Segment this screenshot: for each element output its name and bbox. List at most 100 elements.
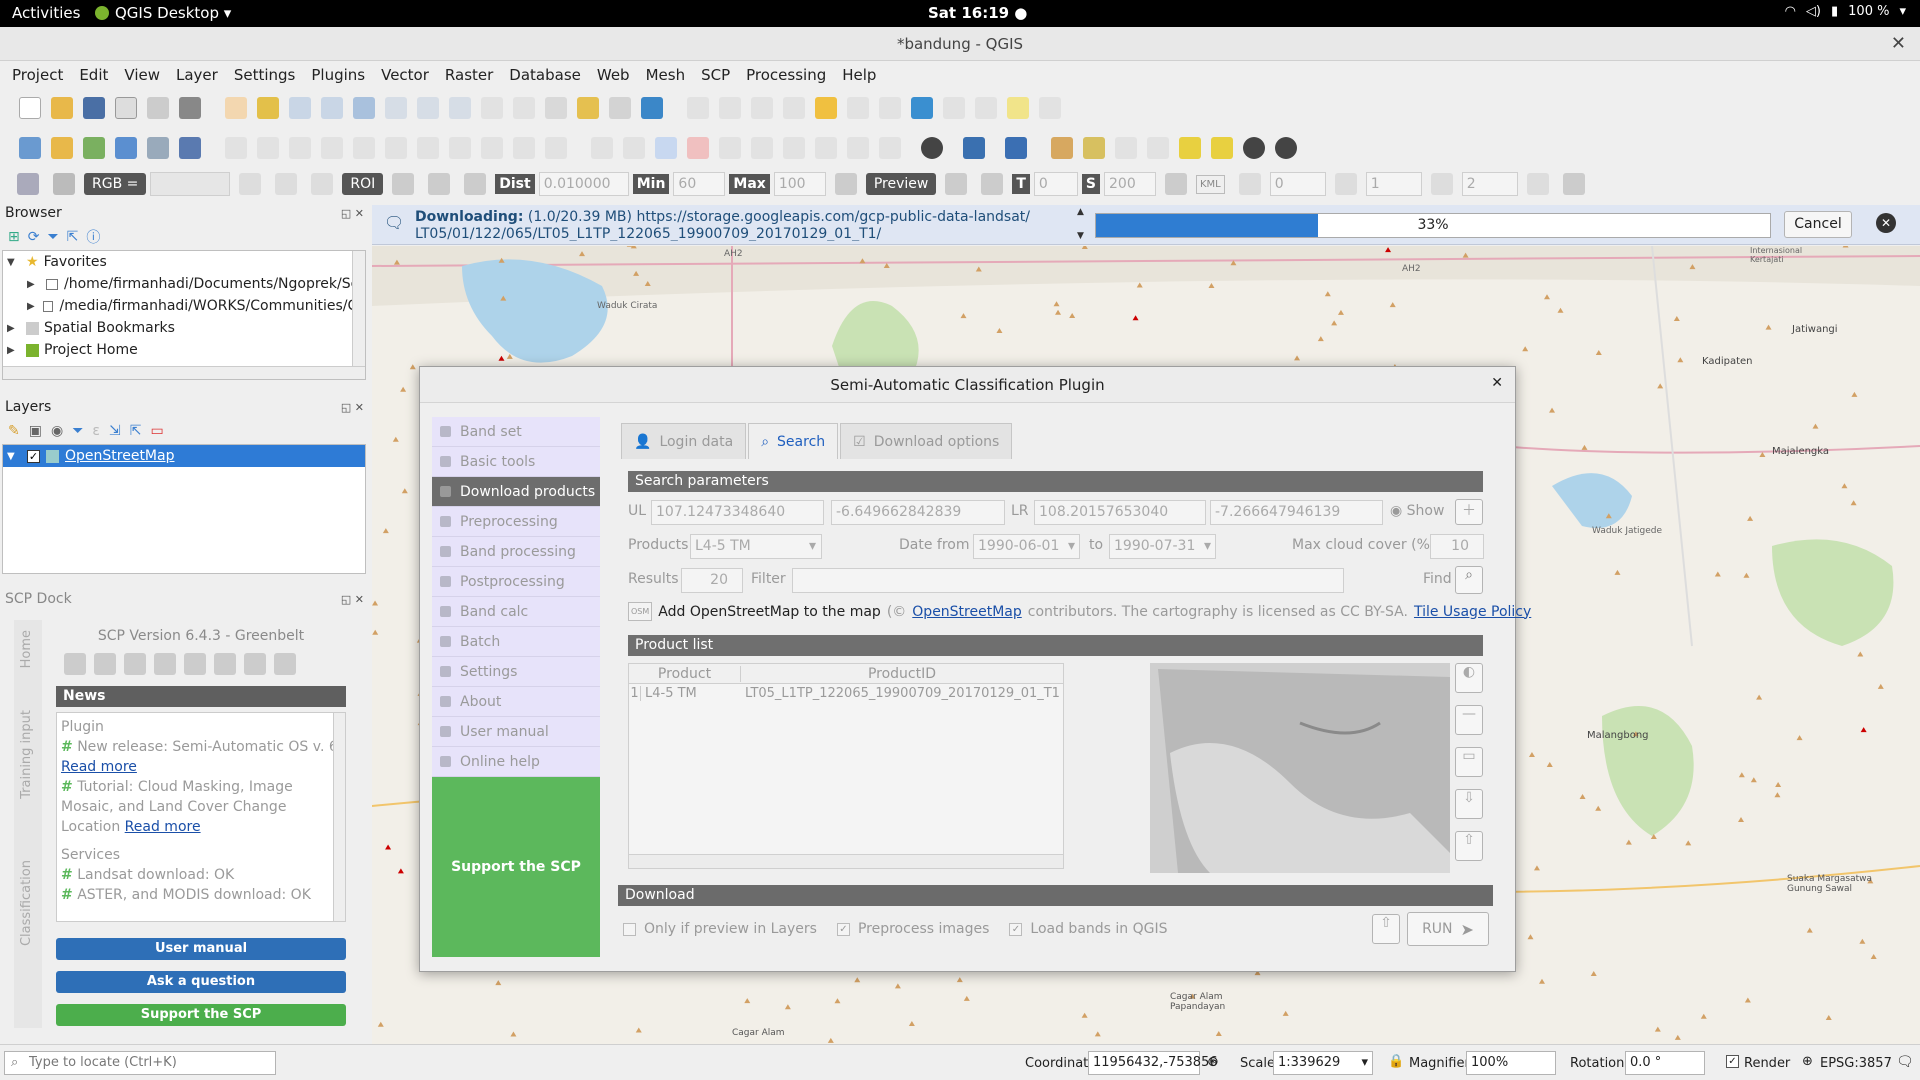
layer-style-icon[interactable]: ✎	[8, 423, 20, 439]
menu-view[interactable]: View	[124, 62, 160, 88]
user-manual-button[interactable]: User manual	[56, 938, 346, 960]
max-cloud-input[interactable]: 10	[1430, 534, 1484, 559]
preprocess-checkbox[interactable]: ✓	[836, 922, 850, 936]
nav-about[interactable]: About	[432, 687, 600, 717]
menu-processing[interactable]: Processing	[746, 62, 826, 88]
statistics-icon[interactable]	[943, 97, 965, 119]
band-set-tool-icon[interactable]	[64, 653, 86, 675]
column-header[interactable]: Product	[629, 665, 741, 682]
remove-temp-files-icon[interactable]	[1165, 173, 1187, 195]
dock-buttons[interactable]: ◱ ✕	[341, 593, 364, 606]
max-input[interactable]: 100	[773, 172, 826, 196]
activities-button[interactable]: Activities	[12, 4, 80, 22]
nav-batch[interactable]: Batch	[432, 627, 600, 657]
close-window-icon[interactable]: ✕	[1891, 33, 1906, 54]
zoom-next-icon[interactable]	[513, 97, 535, 119]
pan-to-selection-icon[interactable]	[257, 97, 279, 119]
min-input[interactable]: 60	[673, 172, 726, 196]
preview-redo-icon[interactable]	[981, 173, 1004, 195]
pin-labels-icon[interactable]	[623, 137, 645, 159]
collapse-all-icon[interactable]: ⇱	[67, 229, 79, 245]
python-console-icon[interactable]	[963, 137, 985, 159]
measure-icon[interactable]	[975, 97, 997, 119]
menu-raster[interactable]: Raster	[445, 62, 493, 88]
new-project-icon[interactable]	[19, 97, 41, 119]
app-menu[interactable]: QGIS Desktop ▾	[95, 4, 231, 22]
cancel-download-button[interactable]: Cancel	[1784, 211, 1852, 238]
attribute-table-icon[interactable]	[847, 97, 869, 119]
tab-login-data[interactable]: 👤 Login data	[621, 423, 747, 459]
only-preview-checkbox[interactable]	[623, 922, 636, 936]
tab-download-options[interactable]: ☑ Download options	[840, 423, 1013, 459]
n2-input[interactable]: 1	[1365, 172, 1422, 196]
read-more-link[interactable]: Read more	[125, 819, 201, 835]
products-select[interactable]: L4-5 TM ▾	[690, 534, 822, 559]
download-url[interactable]: https://storage.googleapis.com/gcp-publi…	[636, 209, 1030, 225]
osm-add-button[interactable]: OSM	[628, 602, 653, 621]
save-project-icon[interactable]	[83, 97, 105, 119]
menu-layer[interactable]: Layer	[176, 62, 218, 88]
results-input[interactable]: 20	[681, 568, 743, 593]
date-to-input[interactable]: 1990-07-31 ▾	[1109, 534, 1216, 559]
filter-expression-icon[interactable]: ε	[92, 423, 100, 439]
ask-question-button[interactable]: Ask a question	[56, 971, 346, 993]
tab-home[interactable]: Home	[19, 630, 34, 668]
cut-features-icon[interactable]	[417, 137, 439, 159]
next-icon-2[interactable]	[1430, 173, 1453, 195]
filter-icon[interactable]: ⏷	[47, 229, 58, 245]
scatter-plot-icon[interactable]	[1115, 137, 1137, 159]
select-by-value-icon[interactable]	[783, 97, 805, 119]
remove-region-icon[interactable]	[1275, 137, 1297, 159]
chart-icon[interactable]	[1051, 137, 1073, 159]
menu-plugins[interactable]: Plugins	[311, 62, 365, 88]
refresh-icon[interactable]	[641, 97, 663, 119]
new-virtual-layer-icon[interactable]	[147, 137, 169, 159]
scp-plugin-icon[interactable]	[921, 137, 943, 159]
expand-all-icon[interactable]: ⇲	[109, 423, 121, 439]
close-dialog-icon[interactable]: ✕	[1491, 375, 1503, 391]
nav-online-help[interactable]: Online help	[432, 747, 600, 777]
t-input[interactable]: 0	[1033, 172, 1078, 196]
nav-basic-tools[interactable]: Basic tools	[432, 447, 600, 477]
next-icon-3[interactable]	[1526, 173, 1549, 195]
dock-buttons[interactable]: ◱ ✕	[341, 207, 364, 220]
import-table-button[interactable]: ⇧	[1455, 831, 1483, 861]
toggle-editing-icon[interactable]	[225, 137, 247, 159]
menu-help[interactable]: Help	[842, 62, 876, 88]
filter-input[interactable]	[792, 568, 1344, 593]
local-cumulative-stretch-icon[interactable]	[239, 173, 262, 195]
zoom-roi-icon[interactable]	[311, 173, 334, 195]
scp-show-input-icon[interactable]	[53, 173, 75, 195]
delete-feature-icon[interactable]	[385, 137, 407, 159]
local-std-stretch-icon[interactable]	[275, 173, 298, 195]
identify-icon[interactable]	[687, 97, 709, 119]
move-label-icon[interactable]	[719, 137, 741, 159]
expand-arrow-icon[interactable]: ▶	[27, 279, 40, 290]
nav-band-calc[interactable]: Band calc	[432, 597, 600, 627]
add-vector-icon[interactable]	[179, 137, 201, 159]
menu-mesh[interactable]: Mesh	[646, 62, 686, 88]
field-calculator-icon[interactable]	[879, 97, 901, 119]
add-group-icon[interactable]: ▣	[29, 423, 42, 439]
dock-buttons[interactable]: ◱ ✕	[341, 401, 364, 414]
map-tips-icon[interactable]	[1007, 97, 1029, 119]
support-scp-panel[interactable]: Support the SCP	[432, 777, 600, 957]
export-links-button[interactable]: ⇧	[1372, 914, 1400, 944]
abc-label-icon[interactable]	[687, 137, 709, 159]
toggle-extents-icon[interactable]: ⊛	[1207, 1054, 1219, 1070]
menu-project[interactable]: Project	[12, 62, 63, 88]
osm-link[interactable]: OpenStreetMap	[912, 604, 1021, 620]
tree-item-folder[interactable]: ▶ /home/firmanhadi/Documents/Ngoprek/Ser	[3, 273, 365, 295]
locator-input[interactable]: ⌕ Type to locate (Ctrl+K)	[4, 1051, 276, 1075]
ul-y-input[interactable]: -6.649662842839	[831, 500, 1005, 525]
tree-item-folder[interactable]: ▶ /media/firmanhadi/WORKS/Communities/Cc	[3, 295, 365, 317]
add-icon[interactable]: ⊞	[8, 229, 20, 245]
expand-arrow-icon[interactable]: ▶	[27, 301, 37, 312]
zoom-last-icon[interactable]	[481, 97, 503, 119]
horizontal-scrollbar[interactable]	[3, 366, 365, 379]
find-search-button[interactable]: ⌕	[1455, 566, 1483, 594]
scp-settings-icon[interactable]	[1562, 173, 1585, 195]
display-preview-button[interactable]: ◐	[1455, 663, 1483, 693]
save-edits-icon[interactable]	[289, 137, 311, 159]
preview-pointer-icon[interactable]	[945, 173, 968, 195]
